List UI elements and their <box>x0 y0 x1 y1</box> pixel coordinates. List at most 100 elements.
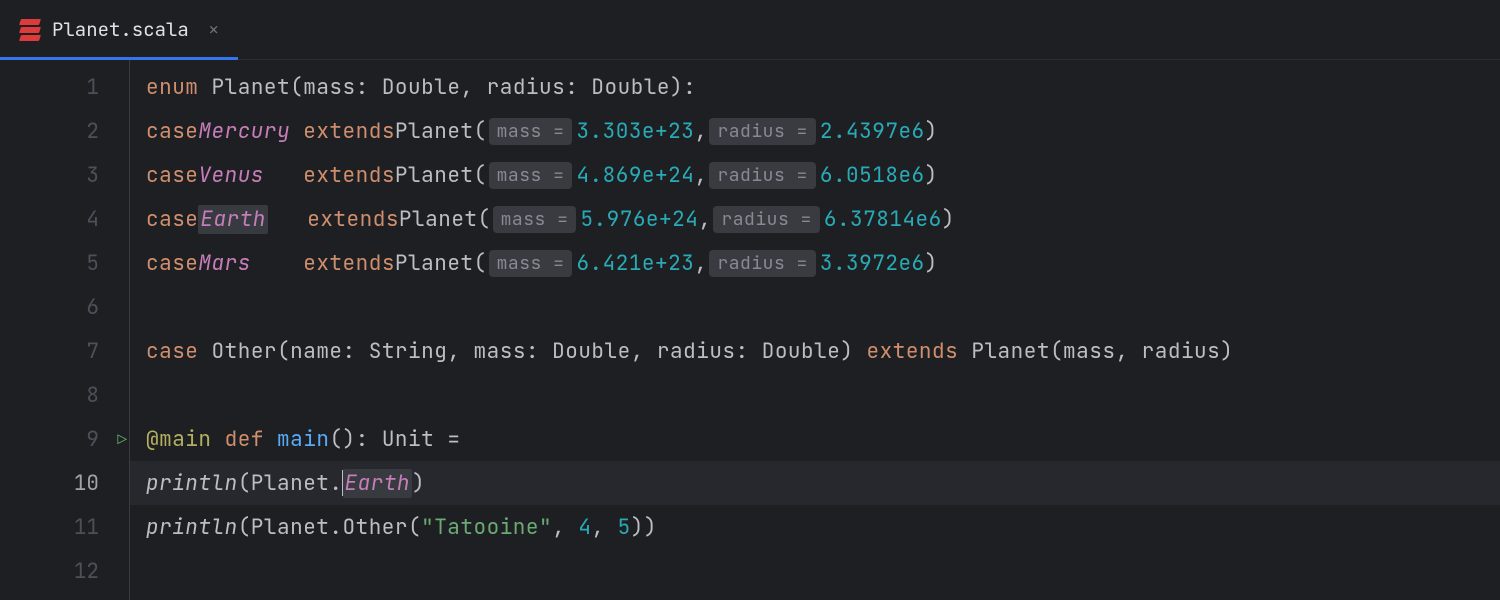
case-name: Venus <box>198 162 264 189</box>
expr-close: ) <box>412 470 425 497</box>
gutter-line[interactable]: 2 <box>0 109 129 153</box>
call-open: Planet( <box>395 162 487 189</box>
gutter-line[interactable]: 6 <box>0 285 129 329</box>
function-main: main <box>277 426 329 453</box>
code-line-4[interactable]: case Earth extends Planet(mass =5.976e+2… <box>146 197 1500 241</box>
code-line-11[interactable]: println(Planet.Other("Tatooine", 4, 5)) <box>146 505 1500 549</box>
keyword-case: case <box>146 338 198 365</box>
gutter-line[interactable]: 8 <box>0 373 129 417</box>
keyword-extends: extends <box>303 162 395 189</box>
keyword-extends: extends <box>307 206 399 233</box>
keyword-case: case <box>146 118 198 145</box>
call-println: println <box>146 470 238 497</box>
code-line-5[interactable]: case Mars extends Planet(mass =6.421e+23… <box>146 241 1500 285</box>
gutter-line[interactable]: 9▷ <box>0 417 129 461</box>
comma: , <box>694 162 707 189</box>
number-literal: 5.976e+24 <box>580 206 698 233</box>
comma: , <box>694 118 707 145</box>
close-icon[interactable]: ✕ <box>209 19 219 40</box>
keyword-extends: extends <box>867 338 959 365</box>
code-line-8[interactable] <box>146 373 1500 417</box>
keyword-case: case <box>146 250 198 277</box>
gutter-line[interactable]: 3 <box>0 153 129 197</box>
type-name: Planet <box>212 74 291 101</box>
call-close: ) <box>925 162 938 189</box>
gutter-line[interactable]: 10 <box>0 461 129 505</box>
expr-close: )) <box>631 514 657 541</box>
comma: , <box>694 250 707 277</box>
keyword-extends: extends <box>303 118 395 145</box>
gutter-line[interactable]: 1 <box>0 65 129 109</box>
call-open: Planet( <box>399 206 491 233</box>
code-line-3[interactable]: case Venus extends Planet(mass =4.869e+2… <box>146 153 1500 197</box>
expr-open: (Planet.Other( <box>238 514 421 541</box>
number-literal: 6.0518e6 <box>820 162 925 189</box>
main-signature: (): Unit = <box>329 426 460 453</box>
gutter-line[interactable]: 5 <box>0 241 129 285</box>
code-line-1[interactable]: enum Planet(mass: Double, radius: Double… <box>146 65 1500 109</box>
case-name: Earth <box>198 205 268 234</box>
param-hint-mass: mass = <box>489 162 573 189</box>
keyword-case: case <box>146 206 198 233</box>
signature: (mass: Double, radius: Double): <box>290 74 696 101</box>
case-name: Mercury <box>198 118 290 145</box>
comma: , <box>698 206 711 233</box>
line-number: 12 <box>74 558 99 585</box>
keyword-enum: enum <box>146 74 198 101</box>
code-line-12[interactable] <box>146 549 1500 593</box>
keyword-extends: extends <box>303 250 395 277</box>
number-literal: 3.303e+23 <box>576 118 694 145</box>
tab-bar: Planet.scala ✕ <box>0 0 1500 60</box>
line-number: 2 <box>86 118 99 145</box>
line-number: 8 <box>86 382 99 409</box>
number-literal: 4.869e+24 <box>576 162 694 189</box>
gutter: 123456789▷101112 <box>0 60 130 600</box>
keyword-def: def <box>225 426 264 453</box>
code-line-7[interactable]: case Other(name: String, mass: Double, r… <box>146 329 1500 373</box>
gutter-line[interactable]: 7 <box>0 329 129 373</box>
code-line-9[interactable]: @main def main(): Unit = <box>146 417 1500 461</box>
call-open: Planet( <box>395 118 487 145</box>
code-line-2[interactable]: case Mercury extends Planet(mass =3.303e… <box>146 109 1500 153</box>
line-number: 11 <box>74 514 99 541</box>
gutter-line[interactable]: 11 <box>0 505 129 549</box>
file-tab[interactable]: Planet.scala ✕ <box>0 0 238 59</box>
line-number: 10 <box>74 470 99 497</box>
scala-icon <box>20 19 40 41</box>
call-open: Planet( <box>395 250 487 277</box>
code-line-10[interactable]: println(Planet.Earth) <box>130 461 1500 505</box>
call-close: ) <box>942 206 955 233</box>
extends-target: Planet(mass, radius) <box>971 338 1233 365</box>
gutter-line[interactable]: 4 <box>0 197 129 241</box>
comma: , <box>591 514 617 541</box>
number-literal: 6.421e+23 <box>576 250 694 277</box>
gutter-line[interactable]: 12 <box>0 549 129 593</box>
line-number: 3 <box>86 162 99 189</box>
line-number: 5 <box>86 250 99 277</box>
number-literal: 3.3972e6 <box>820 250 925 277</box>
code-line-6[interactable] <box>146 285 1500 329</box>
call-println: println <box>146 514 238 541</box>
case-other-sig: Other(name: String, mass: Double, radius… <box>212 338 854 365</box>
case-name: Mars <box>198 250 250 277</box>
expr-open: (Planet. <box>238 470 343 497</box>
call-close: ) <box>925 118 938 145</box>
param-hint-mass: mass = <box>493 206 577 233</box>
ref-earth: Earth <box>343 469 413 498</box>
param-hint-radius: radius = <box>709 250 815 277</box>
param-hint-mass: mass = <box>489 250 573 277</box>
run-icon[interactable]: ▷ <box>117 429 127 450</box>
line-number: 6 <box>86 294 99 321</box>
number-literal: 2.4397e6 <box>820 118 925 145</box>
number-literal: 4 <box>578 514 591 541</box>
code-area[interactable]: enum Planet(mass: Double, radius: Double… <box>130 60 1500 600</box>
keyword-case: case <box>146 162 198 189</box>
comma: , <box>552 514 578 541</box>
line-number: 4 <box>86 206 99 233</box>
param-hint-radius: radius = <box>709 162 815 189</box>
line-number: 7 <box>86 338 99 365</box>
param-hint-mass: mass = <box>489 118 573 145</box>
call-close: ) <box>925 250 938 277</box>
param-hint-radius: radius = <box>713 206 819 233</box>
line-number: 1 <box>86 74 99 101</box>
